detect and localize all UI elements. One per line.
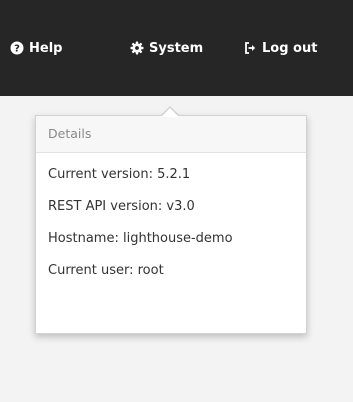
dropdown-header: Details xyxy=(36,116,306,153)
help-label: Help xyxy=(29,40,63,56)
system-label: System xyxy=(149,40,204,56)
details-list: Current version: 5.2.1 REST API version:… xyxy=(36,153,306,287)
gear-icon xyxy=(130,41,144,55)
sign-out-icon xyxy=(243,41,257,55)
dropdown-caret-fill xyxy=(161,108,179,117)
svg-text:?: ? xyxy=(14,44,20,55)
top-navigation-bar: ? Help System Log out xyxy=(0,0,353,96)
hostname-item: Hostname: lighthouse-demo xyxy=(48,231,233,246)
rest-api-version-item: REST API version: v3.0 xyxy=(48,199,195,214)
logout-label: Log out xyxy=(262,40,318,56)
current-user-item: Current user: root xyxy=(48,263,164,278)
system-details-dropdown: Details Current version: 5.2.1 REST API … xyxy=(35,115,307,334)
current-version-item: Current version: 5.2.1 xyxy=(48,167,191,182)
system-menu-toggle[interactable]: System xyxy=(130,38,203,58)
help-link[interactable]: ? Help xyxy=(10,38,62,58)
logout-link[interactable]: Log out xyxy=(243,38,317,58)
question-circle-icon: ? xyxy=(10,41,24,55)
